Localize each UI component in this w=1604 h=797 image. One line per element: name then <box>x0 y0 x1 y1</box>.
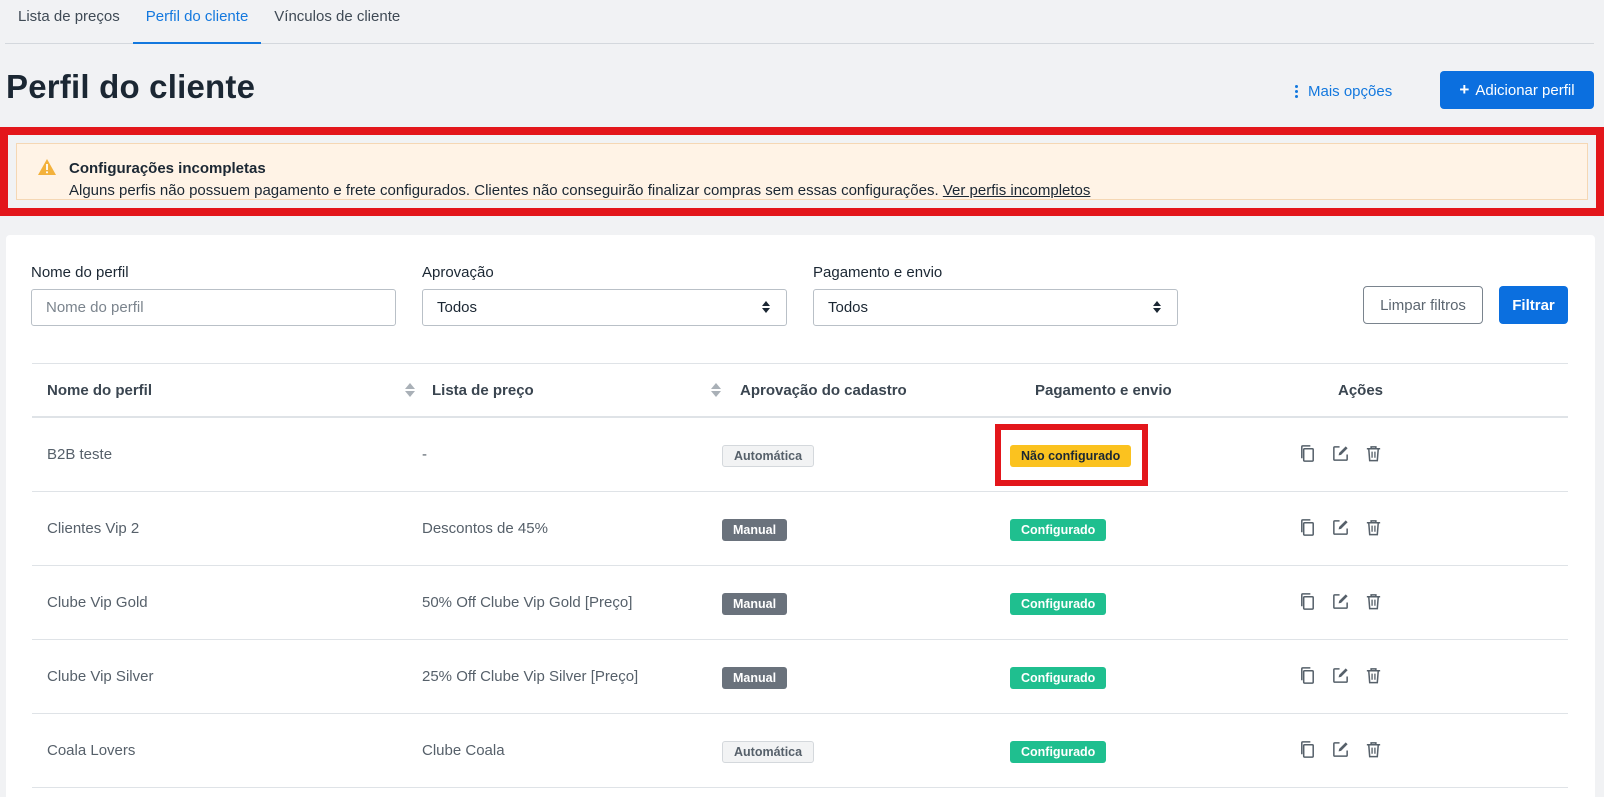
alert-message: Alguns perfis não possuem pagamento e fr… <box>69 182 1090 199</box>
table-body: B2B teste - Automática Não configurado Clien… <box>32 418 1568 788</box>
payment-status-badge: Configurado <box>1010 519 1107 541</box>
table-row: Clientes Vip 2 Descontos de 45% Manual Conf… <box>32 492 1568 566</box>
table-row: Clube Vip Silver 25% Off Clube Vip Silver… <box>32 640 1568 714</box>
cell-profile-name: Clientes Vip 2 <box>47 520 140 537</box>
approval-badge: Manual <box>722 593 788 615</box>
cell-price-list: Descontos de 45% <box>422 520 548 537</box>
row-actions <box>1298 740 1383 759</box>
row-actions <box>1298 592 1383 611</box>
row-actions <box>1298 444 1383 463</box>
payment-status-badge: Configurado <box>1010 667 1107 689</box>
page-title: Perfil do cliente <box>6 68 256 105</box>
clear-filters-button[interactable]: Limpar filtros <box>1363 286 1483 324</box>
copy-icon[interactable] <box>1298 592 1317 611</box>
col-profile-name[interactable]: Nome do perfil <box>47 382 152 399</box>
edit-icon[interactable] <box>1331 518 1350 537</box>
warning-icon <box>38 159 56 175</box>
approval-badge: Automática <box>722 741 815 763</box>
col-price-list[interactable]: Lista de preço <box>432 382 534 399</box>
payment-select[interactable]: Todos <box>813 289 1178 326</box>
filter-approval-label: Aprovação <box>422 264 494 281</box>
table-row: Coala Lovers Clube Coala Automática Configu… <box>32 714 1568 788</box>
delete-icon[interactable] <box>1364 666 1383 685</box>
edit-icon[interactable] <box>1331 592 1350 611</box>
profiles-card: Nome do perfil Aprovação Todos Pagamento… <box>6 235 1595 797</box>
add-profile-label: Adicionar perfil <box>1475 81 1575 99</box>
sort-icon[interactable] <box>405 383 415 397</box>
tab-perfil-do-cliente[interactable]: Perfil do cliente <box>132 0 262 44</box>
delete-icon[interactable] <box>1364 444 1383 463</box>
filter-button[interactable]: Filtrar <box>1499 286 1568 324</box>
incomplete-config-alert: Configurações incompletas Alguns perfis … <box>16 143 1588 200</box>
approval-badge: Manual <box>722 519 788 541</box>
profiles-table: Nome do perfil Lista de preço Aprovação … <box>32 363 1568 788</box>
alert-title: Configurações incompletas <box>69 160 266 177</box>
approval-badge: Manual <box>722 667 788 689</box>
sort-icon[interactable] <box>711 383 721 397</box>
approval-select[interactable]: Todos <box>422 289 787 326</box>
profile-name-input[interactable] <box>46 299 381 316</box>
view-incomplete-profiles-link[interactable]: Ver perfis incompletos <box>943 182 1091 199</box>
more-options-label: Mais opções <box>1308 82 1393 100</box>
tab-bar: Lista de preços Perfil do cliente Víncul… <box>5 0 1594 44</box>
delete-icon[interactable] <box>1364 518 1383 537</box>
profile-name-field[interactable] <box>31 289 396 326</box>
filter-name-label: Nome do perfil <box>31 264 129 281</box>
col-actions: Ações <box>1338 382 1384 399</box>
copy-icon[interactable] <box>1298 666 1317 685</box>
filter-payment-label: Pagamento e envio <box>813 264 943 281</box>
delete-icon[interactable] <box>1364 592 1383 611</box>
cell-profile-name: Clube Vip Gold <box>47 594 148 611</box>
payment-select-value: Todos <box>828 299 869 316</box>
table-header: Nome do perfil Lista de preço Aprovação … <box>32 363 1568 418</box>
alert-highlight-frame: Configurações incompletas Alguns perfis … <box>0 127 1604 216</box>
edit-icon[interactable] <box>1331 444 1350 463</box>
approval-badge: Automática <box>722 445 815 467</box>
cell-price-list: - <box>422 446 427 463</box>
payment-status-badge: Configurado <box>1010 741 1107 763</box>
plus-icon: + <box>1459 80 1470 99</box>
more-options-icon <box>1295 84 1298 98</box>
select-arrows-icon <box>1153 301 1161 313</box>
copy-icon[interactable] <box>1298 518 1317 537</box>
status-highlight-frame <box>995 424 1148 486</box>
edit-icon[interactable] <box>1331 740 1350 759</box>
cell-price-list: Clube Coala <box>422 742 505 759</box>
table-row: Clube Vip Gold 50% Off Clube Vip Gold [Pr… <box>32 566 1568 640</box>
payment-status-badge: Configurado <box>1010 593 1107 615</box>
alert-message-text: Alguns perfis não possuem pagamento e fr… <box>69 182 939 199</box>
edit-icon[interactable] <box>1331 666 1350 685</box>
col-approval: Aprovação do cadastro <box>740 382 907 399</box>
cell-profile-name: B2B teste <box>47 446 113 463</box>
tab-lista-de-precos[interactable]: Lista de preços <box>5 0 133 38</box>
delete-icon[interactable] <box>1364 740 1383 759</box>
select-arrows-icon <box>762 301 770 313</box>
row-actions <box>1298 666 1383 685</box>
cell-profile-name: Coala Lovers <box>47 742 136 759</box>
cell-profile-name: Clube Vip Silver <box>47 668 154 685</box>
copy-icon[interactable] <box>1298 444 1317 463</box>
col-payment: Pagamento e envio <box>1035 382 1172 399</box>
cell-price-list: 25% Off Clube Vip Silver [Preço] <box>422 668 639 685</box>
cell-price-list: 50% Off Clube Vip Gold [Preço] <box>422 594 633 611</box>
table-row: B2B teste - Automática Não configurado <box>32 418 1568 492</box>
row-actions <box>1298 518 1383 537</box>
more-options-button[interactable]: Mais opções <box>1295 80 1392 102</box>
copy-icon[interactable] <box>1298 740 1317 759</box>
tab-vinculos-de-cliente[interactable]: Vínculos de cliente <box>261 0 413 38</box>
approval-select-value: Todos <box>437 299 478 316</box>
add-profile-button[interactable]: + Adicionar perfil <box>1440 71 1594 109</box>
